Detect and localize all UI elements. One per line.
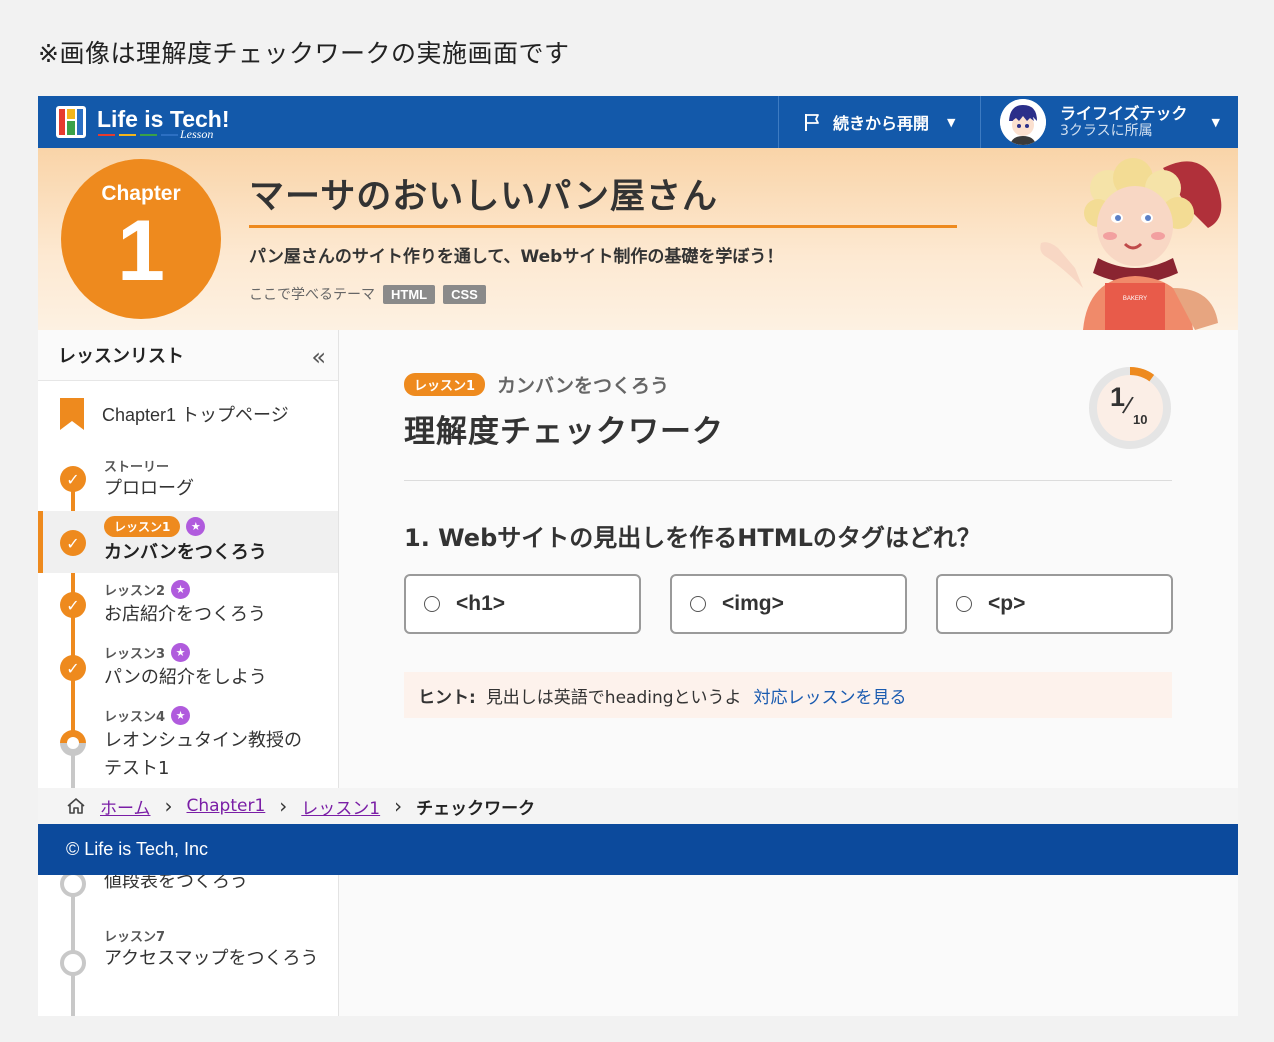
chevron-down-icon: ▼ <box>947 115 956 129</box>
chevron-right-icon: › <box>394 794 403 818</box>
lesson-sub-label: レッスン4 <box>104 710 166 725</box>
chapter-number: 1 <box>117 203 165 299</box>
divider <box>404 480 1172 481</box>
breadcrumb-home-link[interactable]: ホーム <box>100 794 151 819</box>
sidebar-item-prologue[interactable]: ✓ ストーリー プロローグ <box>38 448 338 508</box>
resume-label: 続きから再開 <box>833 114 930 133</box>
theme-label: ここで学べるテーマ <box>249 287 375 303</box>
answer-choices: <h1> <img> <p> <box>404 574 1173 634</box>
lesson-sub-label: ストーリー <box>104 460 170 475</box>
star-icon: ★ <box>171 706 191 725</box>
avatar <box>1000 99 1046 145</box>
app-window: Life is Tech! Lesson 続きから再開 ▼ ライフイズテック 3… <box>38 96 1238 1016</box>
choice-label: <img> <box>722 592 784 615</box>
breadcrumb-current: チェックワーク <box>416 798 536 819</box>
title-underline <box>249 225 957 228</box>
flag-icon <box>805 114 819 131</box>
progress-total: 10 <box>1133 412 1148 427</box>
top-navbar: Life is Tech! Lesson 続きから再開 ▼ ライフイズテック 3… <box>38 96 1238 148</box>
copyright-text: © Life is Tech, Inc <box>66 839 208 859</box>
lesson-badge: レッスン1 <box>404 373 486 396</box>
sidebar-header: レッスンリスト « <box>38 330 338 381</box>
resume-button[interactable]: 続きから再開 ▼ <box>778 96 981 148</box>
star-icon: ★ <box>171 643 191 662</box>
logo-lines <box>98 134 178 137</box>
lesson-title: アクセスマップをつくろう <box>104 948 319 969</box>
question-progress-ring: 1 / 10 <box>1088 366 1172 450</box>
chapter-badge: Chapter 1 <box>61 159 221 319</box>
check-icon: ✓ <box>60 592 86 618</box>
main-content: レッスン1 カンバンをつくろう 理解度チェックワーク 1 / 10 1. Web… <box>340 330 1238 784</box>
star-icon: ★ <box>171 580 191 599</box>
sidebar-item-chapter-top[interactable]: Chapter1 トップページ <box>38 394 338 434</box>
lesson-sub-label: レッスン3 <box>104 647 166 662</box>
logo-mark-icon <box>56 106 86 138</box>
hint-label: ヒント: <box>418 687 476 708</box>
choice-option-2[interactable]: <img> <box>670 574 907 634</box>
check-icon: ✓ <box>60 530 86 556</box>
user-name: ライフイズテック <box>1060 104 1188 123</box>
chevron-down-icon: ▼ <box>1211 116 1220 129</box>
hint-text: 見出しは英語でheadingというよ <box>485 687 742 708</box>
footer: © Life is Tech, Inc <box>38 824 1238 875</box>
tag-css: CSS <box>443 284 486 304</box>
breadcrumb: ホーム › Chapter1 › レッスン1 › チェックワーク <box>38 788 1238 824</box>
lesson-title: お店紹介をつくろう <box>104 604 266 625</box>
choice-label: <p> <box>988 592 1026 615</box>
lesson-title: レオンシュタイン教授の テスト1 <box>104 730 302 779</box>
sidebar-item-lesson1[interactable]: ✓ レッスン1 ★ カンバンをつくろう <box>38 511 338 573</box>
lesson-heading: レッスン1 カンバンをつくろう <box>404 371 669 398</box>
chapter-title: マーサのおいしいパン屋さん <box>249 177 719 217</box>
theme-row: ここで学べるテーマ HTML CSS <box>249 284 486 304</box>
breadcrumb-lesson-link[interactable]: レッスン1 <box>301 794 380 819</box>
tag-html: HTML <box>383 284 436 304</box>
user-menu[interactable]: ライフイズテック 3クラスに所属 ▼ <box>982 96 1238 148</box>
page-caption: ※画像は理解度チェックワークの実施画面です <box>38 39 570 68</box>
collapse-sidebar-icon[interactable]: « <box>311 343 326 371</box>
chapter-hero: Chapter 1 マーサのおいしいパン屋さん パン屋さんのサイト作りを通して、… <box>38 148 1238 330</box>
lesson-badge: レッスン1 <box>104 516 181 537</box>
breadcrumb-chapter-link[interactable]: Chapter1 <box>187 796 266 816</box>
question-text: 1. Webサイトの見出しを作るHTMLのタグはどれ？ <box>404 524 981 552</box>
user-class: 3クラスに所属 <box>1060 123 1153 140</box>
choice-option-3[interactable]: <p> <box>936 574 1173 634</box>
chevron-right-icon: › <box>164 794 173 818</box>
incomplete-circle-icon <box>60 950 86 976</box>
hint-box: ヒント: 見出しは英語でheadingというよ 対応レッスンを見る <box>404 672 1172 718</box>
lesson-sidebar: レッスンリスト « Chapter1 トップページ ✓ ストーリー プロローグ … <box>38 330 339 1016</box>
radio-icon[interactable] <box>690 596 706 612</box>
sidebar-title: レッスンリスト <box>58 346 184 367</box>
bookmark-icon <box>60 398 84 430</box>
chevron-right-icon: › <box>279 794 288 818</box>
lesson-title: カンバンをつくろう <box>104 542 267 563</box>
radio-icon[interactable] <box>424 596 440 612</box>
star-icon: ★ <box>186 517 206 536</box>
check-icon: ✓ <box>60 466 86 492</box>
lesson-sub-label: レッスン2 <box>104 584 166 599</box>
related-lesson-link[interactable]: 対応レッスンを見る <box>754 683 907 708</box>
sidebar-item-lesson4[interactable]: レッスン4 ★ レオンシュタイン教授の テスト1 <box>38 701 338 787</box>
home-icon[interactable] <box>66 797 86 815</box>
lesson-name: カンバンをつくろう <box>497 375 669 397</box>
lesson-sub-label: レッスン7 <box>104 930 166 945</box>
radio-icon[interactable] <box>956 596 972 612</box>
sidebar-item-label: Chapter1 トップページ <box>102 405 289 425</box>
lesson-title: プロローグ <box>104 478 194 499</box>
sidebar-item-lesson7[interactable]: レッスン7 アクセスマップをつくろう <box>38 920 338 1010</box>
chapter-description: パン屋さんのサイト作りを通して、Webサイト制作の基礎を学ぼう！ <box>249 247 784 267</box>
partial-progress-icon <box>60 730 86 756</box>
page-title: 理解度チェックワーク <box>404 414 724 450</box>
choice-option-1[interactable]: <h1> <box>404 574 641 634</box>
sidebar-item-lesson3[interactable]: ✓ レッスン3 ★ パンの紹介をしよう <box>38 638 338 698</box>
logo-subtitle: Lesson <box>180 127 214 141</box>
choice-label: <h1> <box>456 592 506 615</box>
logo[interactable]: Life is Tech! Lesson <box>56 102 246 142</box>
svg-text:BAKERY: BAKERY <box>1123 296 1147 302</box>
baker-character-illustration: BAKERY <box>1040 158 1222 330</box>
sidebar-item-lesson2[interactable]: ✓ レッスン2 ★ お店紹介をつくろう <box>38 575 338 635</box>
check-icon: ✓ <box>60 655 86 681</box>
lesson-title: パンの紹介をしよう <box>104 667 267 688</box>
